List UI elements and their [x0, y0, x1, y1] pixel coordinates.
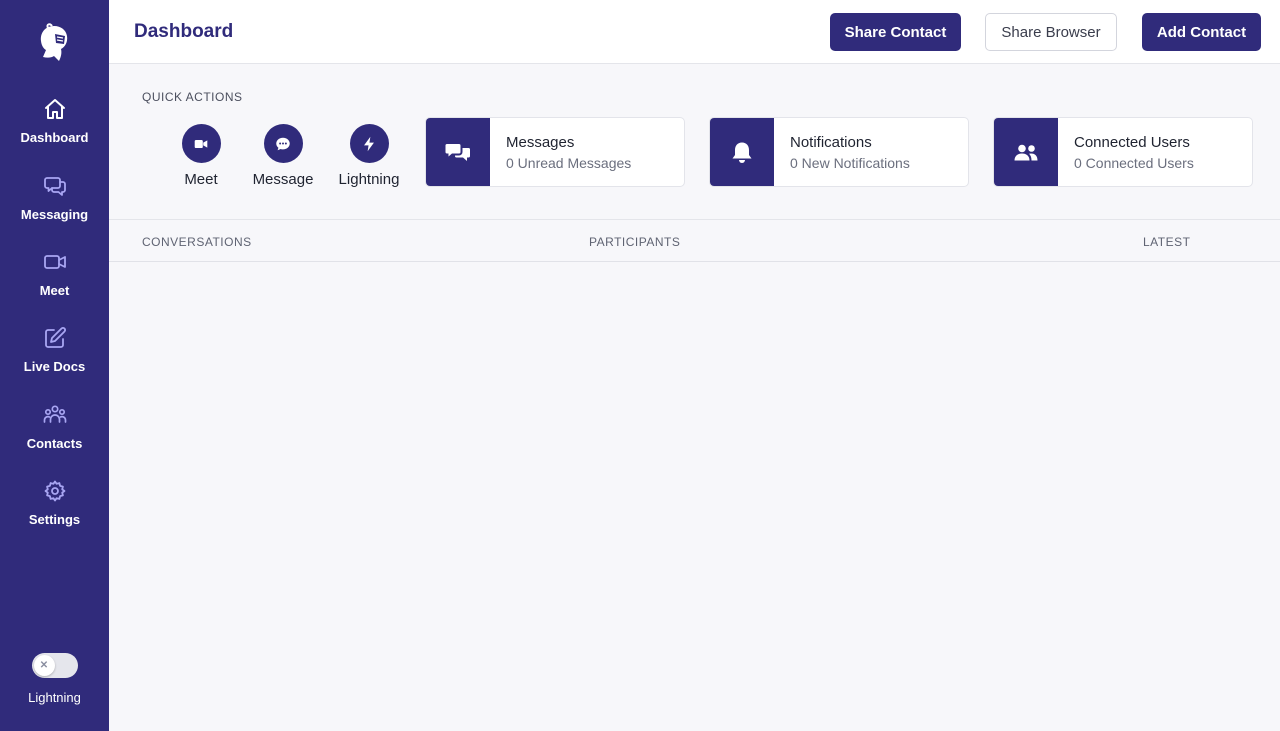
sidebar-item-label: Settings — [28, 512, 81, 527]
video-camera-icon — [43, 255, 66, 269]
quick-action-circle — [263, 124, 303, 163]
quick-action-label: Meet — [184, 171, 218, 188]
chat-dots-icon — [276, 137, 290, 150]
quick-action-meet[interactable]: Meet — [176, 124, 226, 188]
quick-actions-heading: QUICK ACTIONS — [142, 90, 243, 104]
messages-stat-card[interactable]: Messages 0 Unread Messages — [425, 117, 685, 187]
stat-title: Notifications — [790, 134, 872, 151]
quick-action-circle — [181, 124, 221, 163]
sidebar-item-label: Live Docs — [23, 359, 86, 374]
sidebar-item-label: Meet — [39, 283, 70, 298]
users-icon — [1014, 144, 1038, 161]
user-group-icon — [43, 405, 66, 423]
lightning-toggle-group: ✕ Lightning — [0, 653, 109, 705]
share-contact-button[interactable]: Share Contact — [830, 13, 961, 51]
video-camera-icon — [194, 139, 208, 148]
sidebar-item-settings[interactable]: Settings — [0, 479, 109, 541]
knight-logo-icon[interactable] — [34, 22, 74, 64]
stat-subtitle: 0 New Notifications — [790, 155, 910, 171]
sidebar-item-live-docs[interactable]: Live Docs — [0, 326, 109, 388]
toggle-off-x-icon: ✕ — [33, 655, 55, 676]
lightning-bolt-icon — [364, 136, 374, 151]
share-browser-button[interactable]: Share Browser — [985, 13, 1117, 51]
stat-icon-box — [710, 118, 774, 186]
conversations-table-body — [109, 262, 1280, 731]
column-header-participants[interactable]: PARTICIPANTS — [589, 235, 680, 249]
sidebar-item-contacts[interactable]: Contacts — [0, 403, 109, 465]
sidebar-item-label: Messaging — [20, 207, 89, 222]
chat-bubbles-icon — [43, 177, 66, 196]
stat-title: Connected Users — [1074, 134, 1190, 151]
sidebar: Dashboard Messaging Meet Live Docs Conta… — [0, 0, 109, 731]
quick-action-label: Lightning — [338, 171, 400, 188]
quick-action-label: Message — [252, 171, 314, 188]
connected-users-stat-card[interactable]: Connected Users 0 Connected Users — [993, 117, 1253, 187]
gear-icon — [44, 480, 65, 502]
stat-title: Messages — [506, 134, 575, 151]
home-icon — [44, 99, 65, 119]
bell-icon — [732, 142, 752, 163]
lightning-toggle-label: Lightning — [28, 690, 81, 705]
edit-document-icon — [44, 327, 66, 348]
page-title: Dashboard — [134, 21, 234, 42]
sidebar-item-messaging[interactable]: Messaging — [0, 174, 109, 236]
lightning-toggle[interactable]: ✕ — [31, 653, 78, 678]
top-header: Dashboard Share Contact Share Browser Ad… — [109, 0, 1280, 64]
chat-bubbles-icon — [445, 144, 470, 161]
sidebar-item-label: Contacts — [26, 436, 83, 451]
column-header-conversations[interactable]: CONVERSATIONS — [142, 235, 252, 249]
add-contact-button[interactable]: Add Contact — [1142, 13, 1261, 51]
sidebar-item-label: Dashboard — [20, 130, 89, 145]
sidebar-item-dashboard[interactable]: Dashboard — [0, 97, 109, 159]
conversations-table-header: CONVERSATIONS PARTICIPANTS LATEST — [109, 219, 1280, 262]
sidebar-item-meet[interactable]: Meet — [0, 250, 109, 312]
quick-action-message[interactable]: Message — [250, 124, 316, 188]
quick-action-lightning[interactable]: Lightning — [334, 124, 404, 188]
stat-icon-box — [994, 118, 1058, 186]
column-header-latest[interactable]: LATEST — [1143, 235, 1190, 249]
stat-subtitle: 0 Unread Messages — [506, 155, 632, 171]
stat-subtitle: 0 Connected Users — [1074, 155, 1194, 171]
quick-action-circle — [349, 124, 389, 163]
notifications-stat-card[interactable]: Notifications 0 New Notifications — [709, 117, 969, 187]
stat-icon-box — [426, 118, 490, 186]
